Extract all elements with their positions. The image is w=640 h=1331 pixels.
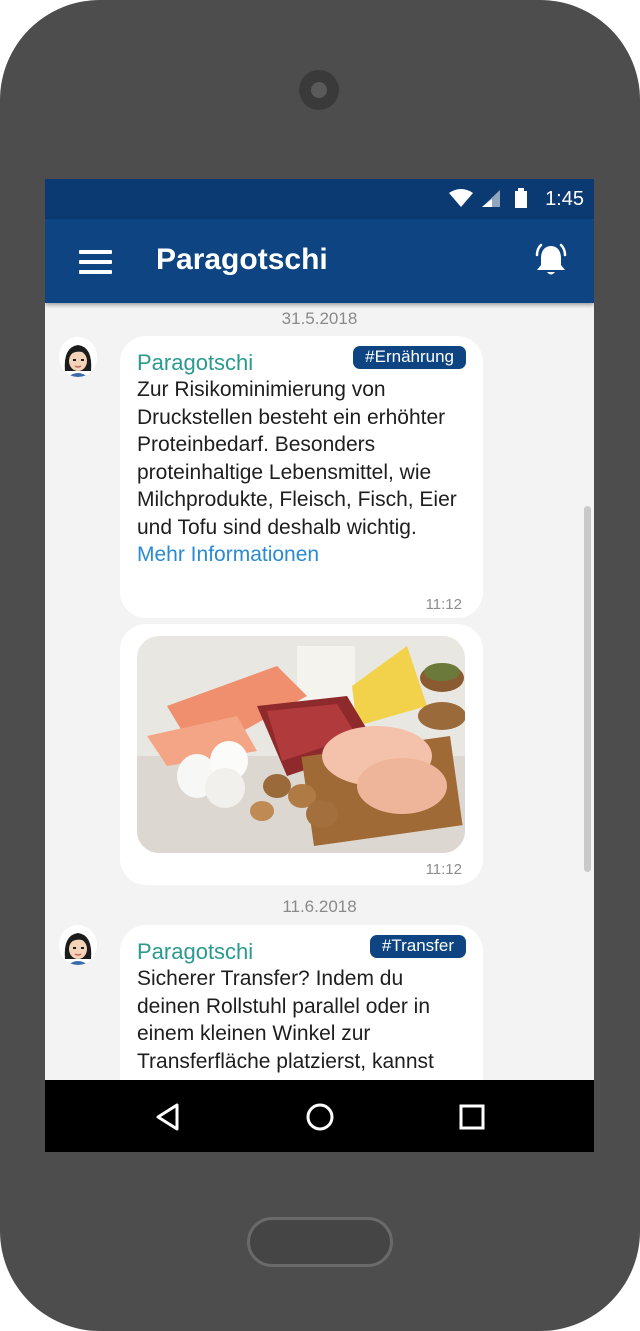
status-icons bbox=[449, 188, 527, 208]
app-title: Paragotschi bbox=[156, 243, 328, 276]
date-separator: 31.5.2018 bbox=[281, 309, 358, 328]
message-text: Sicherer Transfer? Indem du deinen Rolls… bbox=[137, 965, 472, 1075]
food-photo[interactable] bbox=[137, 636, 465, 853]
image-message-time: 11:12 bbox=[425, 861, 462, 878]
tag-badge[interactable]: #Ernährung bbox=[353, 346, 466, 369]
message-bubble: Paragotschi #Transfer Sicherer Transfer?… bbox=[120, 925, 483, 1080]
avatar bbox=[59, 337, 97, 377]
hamburger-menu-icon[interactable] bbox=[79, 250, 113, 274]
status-bar: 1:45 bbox=[45, 179, 594, 219]
menu-line bbox=[79, 270, 112, 274]
scrollbar[interactable] bbox=[584, 506, 591, 872]
more-info-link[interactable]: Mehr Informationen bbox=[137, 543, 319, 566]
avatar-face-icon bbox=[59, 337, 97, 377]
recents-square-icon[interactable] bbox=[455, 1100, 489, 1134]
message-bubble: Paragotschi #Ernährung Zur Risikominimie… bbox=[120, 336, 483, 618]
chat-feed[interactable]: 31.5.2018 Paragotschi #Ernährung Zur Ris… bbox=[45, 303, 594, 1080]
wifi-icon bbox=[449, 189, 473, 207]
status-time: 1:45 bbox=[545, 188, 584, 210]
message-sender: Paragotschi bbox=[137, 350, 254, 375]
phone-frame: 1:45 Paragotschi 31.5.2018 Paragotschi #… bbox=[0, 0, 640, 1331]
bell-ringing-icon[interactable] bbox=[531, 241, 571, 281]
avatar-face-icon bbox=[59, 925, 97, 965]
app-bar: Paragotschi bbox=[45, 219, 594, 303]
camera-icon bbox=[299, 70, 339, 110]
date-separator: 11.6.2018 bbox=[282, 897, 357, 916]
battery-icon bbox=[515, 191, 527, 208]
navigation-bar bbox=[45, 1080, 594, 1152]
battery-cap bbox=[518, 188, 524, 191]
back-triangle-icon[interactable] bbox=[151, 1100, 185, 1134]
protein-foods-image bbox=[137, 636, 465, 853]
message-body: Sicherer Transfer? Indem du deinen Rolls… bbox=[137, 967, 434, 1073]
image-message-bubble: 11:12 bbox=[120, 624, 483, 885]
screen: 1:45 Paragotschi 31.5.2018 Paragotschi #… bbox=[45, 179, 594, 1152]
message-time: 11:12 bbox=[425, 596, 462, 613]
message-text: Zur Risikominimierung von Druckstellen b… bbox=[137, 376, 472, 569]
menu-line bbox=[79, 260, 112, 264]
message-sender: Paragotschi bbox=[137, 939, 254, 964]
message-body: Zur Risikominimierung von Druckstellen b… bbox=[137, 378, 457, 539]
hardware-home-button[interactable] bbox=[247, 1217, 393, 1267]
menu-line bbox=[79, 250, 112, 254]
avatar bbox=[59, 925, 97, 965]
home-circle-icon[interactable] bbox=[303, 1100, 337, 1134]
tag-badge[interactable]: #Transfer bbox=[369, 935, 466, 958]
